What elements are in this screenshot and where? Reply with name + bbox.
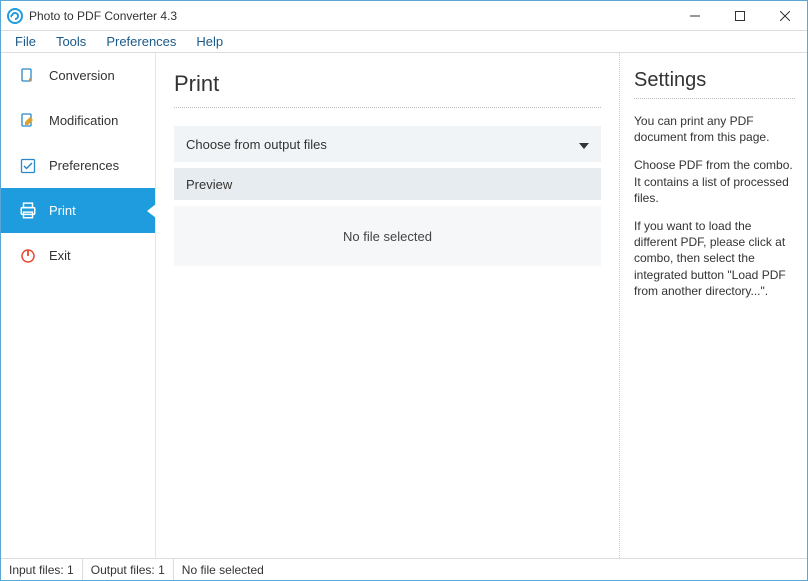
settings-text: If you want to load the different PDF, p… xyxy=(634,218,795,299)
app-icon xyxy=(7,8,23,24)
status-value: No file selected xyxy=(182,563,264,577)
main-panel: Print Choose from output files Preview N… xyxy=(156,53,807,558)
window-controls xyxy=(672,1,807,30)
content-area: Conversion Modification Preferences Prin… xyxy=(1,53,807,558)
settings-heading: Settings xyxy=(634,69,795,92)
preview-heading-label: Preview xyxy=(186,177,232,192)
window-title: Photo to PDF Converter 4.3 xyxy=(29,9,672,23)
close-button[interactable] xyxy=(762,1,807,30)
settings-text: Choose PDF from the combo. It contains a… xyxy=(634,157,795,206)
sidebar-item-exit[interactable]: Exit xyxy=(1,233,155,278)
minimize-button[interactable] xyxy=(672,1,717,30)
preferences-icon xyxy=(19,157,37,175)
sidebar-item-modification[interactable]: Modification xyxy=(1,98,155,143)
preview-area: No file selected xyxy=(174,206,601,266)
exit-icon xyxy=(19,247,37,265)
titlebar: Photo to PDF Converter 4.3 xyxy=(1,1,807,31)
status-label: Output files: xyxy=(91,563,155,577)
sidebar: Conversion Modification Preferences Prin… xyxy=(1,53,156,558)
status-input-files: Input files: 1 xyxy=(1,559,83,580)
status-value: 1 xyxy=(67,563,74,577)
status-value: 1 xyxy=(158,563,165,577)
settings-panel: Settings You can print any PDF document … xyxy=(619,53,807,558)
modification-icon xyxy=(19,112,37,130)
page-title: Print xyxy=(174,71,601,97)
menubar: File Tools Preferences Help xyxy=(1,31,807,53)
settings-text: You can print any PDF document from this… xyxy=(634,113,795,145)
status-label: Input files: xyxy=(9,563,64,577)
sidebar-item-preferences[interactable]: Preferences xyxy=(1,143,155,188)
preview-heading: Preview xyxy=(174,168,601,200)
divider xyxy=(174,107,601,108)
output-file-combo[interactable]: Choose from output files xyxy=(174,126,601,162)
menu-help[interactable]: Help xyxy=(186,32,233,51)
sidebar-item-label: Conversion xyxy=(49,68,115,83)
maximize-button[interactable] xyxy=(717,1,762,30)
menu-tools[interactable]: Tools xyxy=(46,32,96,51)
sidebar-item-label: Print xyxy=(49,203,76,218)
app-window: Photo to PDF Converter 4.3 File Tools Pr… xyxy=(0,0,808,581)
sidebar-item-label: Preferences xyxy=(49,158,119,173)
sidebar-item-conversion[interactable]: Conversion xyxy=(1,53,155,98)
sidebar-item-print[interactable]: Print xyxy=(1,188,155,233)
print-icon xyxy=(19,202,37,220)
center-panel: Print Choose from output files Preview N… xyxy=(156,53,619,558)
chevron-down-icon xyxy=(579,137,589,152)
preview-message: No file selected xyxy=(343,229,432,244)
statusbar: Input files: 1 Output files: 1 No file s… xyxy=(1,558,807,580)
menu-file[interactable]: File xyxy=(5,32,46,51)
menu-preferences[interactable]: Preferences xyxy=(96,32,186,51)
divider xyxy=(634,98,795,99)
status-output-files: Output files: 1 xyxy=(83,559,174,580)
status-selection: No file selected xyxy=(174,559,807,580)
sidebar-item-label: Exit xyxy=(49,248,71,263)
combo-label: Choose from output files xyxy=(186,137,327,152)
conversion-icon xyxy=(19,67,37,85)
sidebar-item-label: Modification xyxy=(49,113,118,128)
